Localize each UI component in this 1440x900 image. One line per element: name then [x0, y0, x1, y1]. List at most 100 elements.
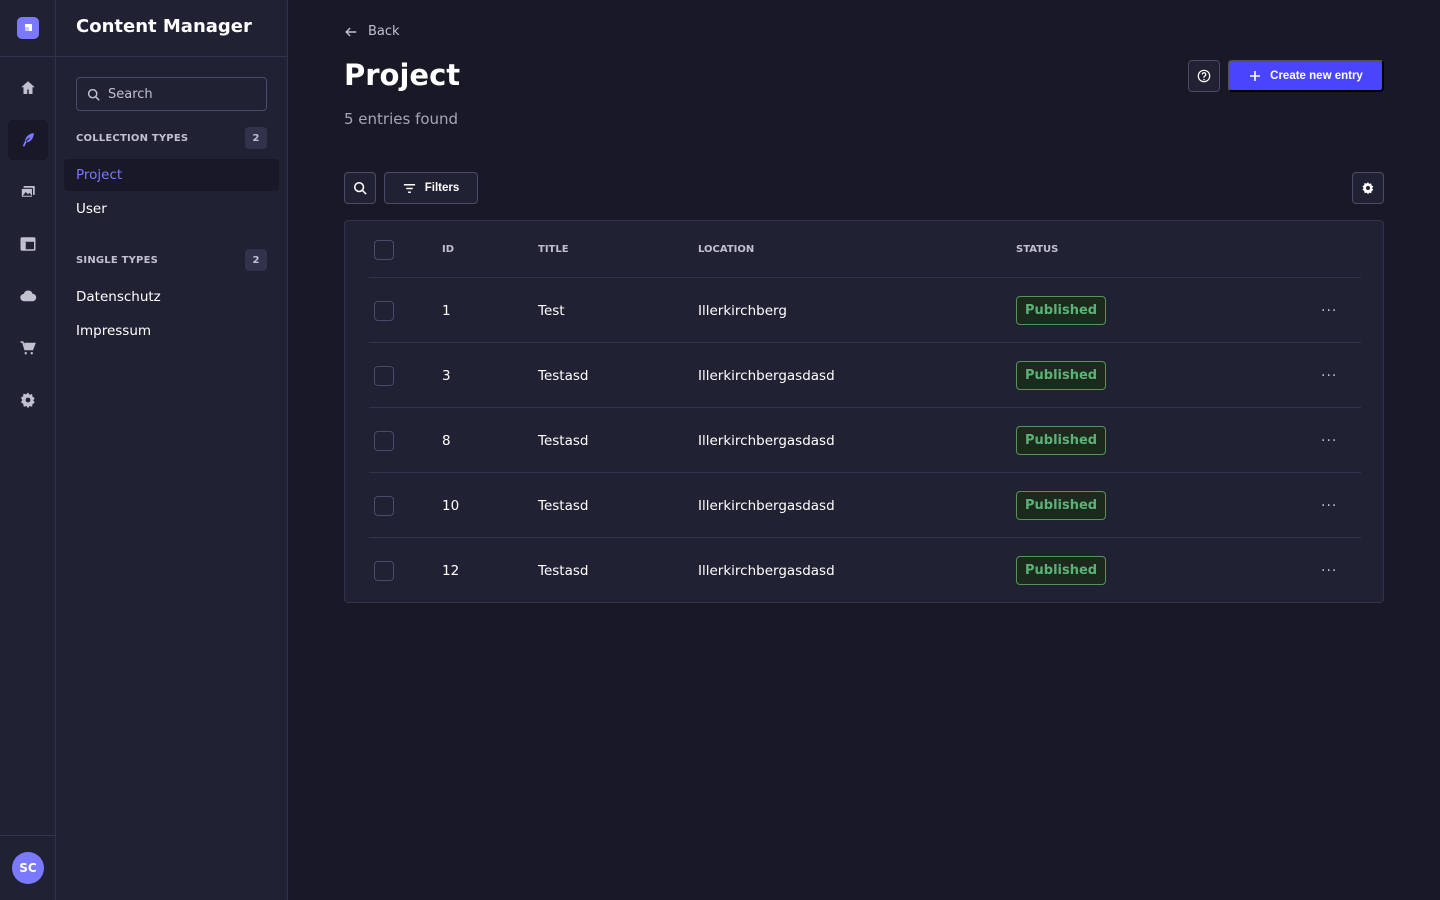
- content-manager-subnav: Content Manager COLLECTION TYPES 2 Proje…: [56, 0, 288, 900]
- column-header-id[interactable]: ID: [442, 221, 454, 278]
- create-new-entry-button[interactable]: Create new entry: [1228, 60, 1384, 92]
- subnav-item-impressum[interactable]: Impressum: [64, 315, 279, 347]
- user-avatar[interactable]: SC: [12, 852, 44, 884]
- status-badge: Published: [1016, 296, 1107, 325]
- header-select-all[interactable]: [374, 221, 394, 278]
- cell-id: 8: [442, 432, 451, 449]
- subnav-divider: [56, 56, 288, 57]
- row-actions-button[interactable]: ···: [1321, 343, 1337, 408]
- row-select[interactable]: [374, 343, 394, 408]
- subnav-item-datenschutz[interactable]: Datenschutz: [64, 281, 279, 313]
- plus-icon: [1250, 71, 1261, 81]
- cell-location: Illerkirchbergasdasd: [698, 432, 835, 449]
- cell-id: 3: [442, 367, 451, 384]
- row-checkbox[interactable]: [374, 430, 394, 451]
- cart-icon: [20, 341, 36, 355]
- column-header-status[interactable]: STATUS: [1016, 221, 1058, 278]
- question-circle-icon: [1197, 69, 1211, 83]
- cell-location: Illerkirchbergasdasd: [698, 562, 835, 579]
- row-checkbox[interactable]: [374, 300, 394, 321]
- subnav-search[interactable]: [76, 77, 267, 111]
- strapi-logo-icon[interactable]: [17, 17, 39, 39]
- subnav-item-project[interactable]: Project: [64, 159, 279, 191]
- row-select[interactable]: [374, 473, 394, 538]
- row-checkbox[interactable]: [374, 495, 394, 516]
- cell-title: Testasd: [538, 432, 589, 449]
- nav-media-library[interactable]: [8, 172, 48, 212]
- table-row[interactable]: 12 Testasd Illerkirchbergasdasd Publishe…: [369, 538, 1361, 603]
- rail-divider: [0, 835, 56, 836]
- single-types-header[interactable]: SINGLE TYPES 2: [76, 249, 267, 271]
- column-header-location[interactable]: LOCATION: [698, 221, 754, 278]
- table-row[interactable]: 10 Testasd Illerkirchbergasdasd Publishe…: [369, 473, 1361, 538]
- main-nav-rail: SC: [0, 0, 56, 900]
- gear-icon: [1362, 182, 1374, 195]
- cell-id: 1: [442, 302, 451, 319]
- collection-types-label: COLLECTION TYPES: [76, 132, 189, 144]
- nav-settings[interactable]: [8, 380, 48, 420]
- cell-id: 12: [442, 562, 460, 579]
- cell-location: Illerkirchbergasdasd: [698, 497, 835, 514]
- entries-count: 5 entries found: [344, 110, 459, 128]
- table-row[interactable]: 3 Testasd Illerkirchbergasdasd Published…: [369, 343, 1361, 408]
- nav-content-type-builder[interactable]: [8, 224, 48, 264]
- status-badge: Published: [1016, 426, 1107, 455]
- row-actions-button[interactable]: ···: [1321, 408, 1337, 473]
- nav-marketplace[interactable]: [8, 328, 48, 368]
- row-actions-button[interactable]: ···: [1321, 538, 1337, 603]
- row-select[interactable]: [374, 538, 394, 603]
- cell-title: Testasd: [538, 367, 589, 384]
- gear-icon: [20, 392, 35, 409]
- layout-icon: [20, 237, 36, 251]
- table-row[interactable]: 1 Test Illerkirchberg Published ···: [369, 278, 1361, 343]
- filters-label: Filters: [424, 182, 460, 194]
- entries-table: ID TITLE LOCATION STATUS 1 Test Illerkir…: [344, 220, 1384, 603]
- help-button[interactable]: [1188, 60, 1220, 92]
- subnav-title: Content Manager: [76, 16, 252, 37]
- row-checkbox[interactable]: [374, 560, 394, 581]
- column-header-title[interactable]: TITLE: [538, 221, 569, 278]
- row-actions-button[interactable]: ···: [1321, 473, 1337, 538]
- nav-content-manager[interactable]: [8, 120, 48, 160]
- status-badge: Published: [1016, 491, 1107, 520]
- nav-home[interactable]: [8, 68, 48, 108]
- rail-divider: [0, 56, 56, 57]
- cell-location: Illerkirchbergasdasd: [698, 367, 835, 384]
- back-link[interactable]: Back: [344, 24, 400, 39]
- status-badge: Published: [1016, 556, 1107, 585]
- arrow-left-icon: [345, 27, 357, 36]
- subnav-search-input[interactable]: [108, 86, 258, 102]
- cell-title: Testasd: [538, 562, 589, 579]
- subnav-item-user[interactable]: User: [64, 193, 279, 225]
- back-label: Back: [368, 24, 400, 39]
- table-search-button[interactable]: [344, 172, 376, 204]
- create-new-entry-label: Create new entry: [1270, 70, 1363, 82]
- status-badge: Published: [1016, 361, 1107, 390]
- cell-title: Testasd: [538, 497, 589, 514]
- collection-types-header[interactable]: COLLECTION TYPES 2: [76, 127, 267, 149]
- media-library-icon: [20, 186, 35, 198]
- row-select[interactable]: [374, 408, 394, 473]
- cell-title: Test: [538, 302, 565, 319]
- nav-cloud[interactable]: [8, 276, 48, 316]
- filters-button[interactable]: Filters: [384, 172, 478, 204]
- home-icon: [21, 81, 35, 94]
- view-settings-button[interactable]: [1352, 172, 1384, 204]
- search-icon: [87, 88, 100, 101]
- feather-icon: [22, 133, 34, 147]
- filter-icon: [403, 183, 415, 193]
- cloud-icon: [20, 290, 37, 302]
- page-title: Project: [344, 58, 461, 92]
- row-checkbox[interactable]: [374, 365, 394, 386]
- select-all-checkbox[interactable]: [374, 239, 394, 260]
- single-types-label: SINGLE TYPES: [76, 254, 159, 266]
- row-actions-button[interactable]: ···: [1321, 278, 1337, 343]
- single-types-count: 2: [245, 249, 267, 271]
- collection-types-count: 2: [245, 127, 267, 149]
- row-select[interactable]: [374, 278, 394, 343]
- table-header-row: ID TITLE LOCATION STATUS: [369, 221, 1361, 278]
- table-row[interactable]: 8 Testasd Illerkirchbergasdasd Published…: [369, 408, 1361, 473]
- search-icon: [353, 181, 367, 195]
- cell-id: 10: [442, 497, 460, 514]
- cell-location: Illerkirchberg: [698, 302, 787, 319]
